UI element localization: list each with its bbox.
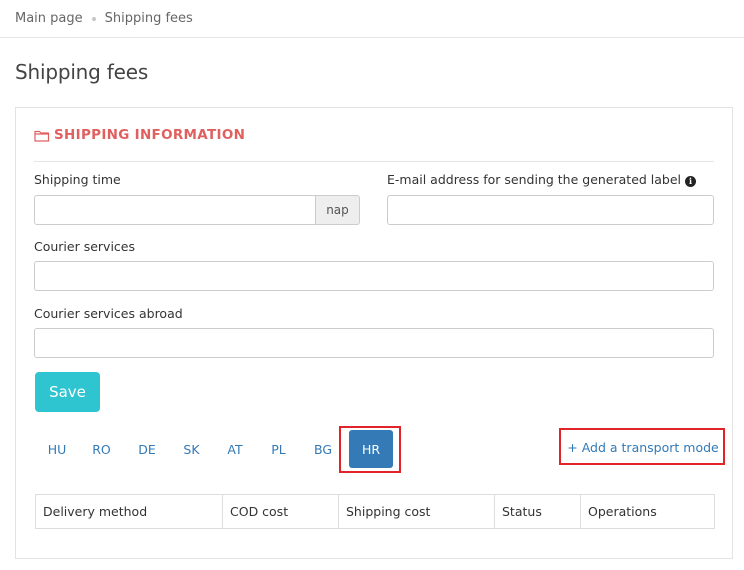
breadcrumb: Main page Shipping fees [0, 0, 744, 38]
tab-de[interactable]: DE [124, 430, 170, 468]
shipping-information-panel: SHIPPING INFORMATION Shipping time nap E… [15, 107, 733, 559]
email-label-text: E-mail address for sending the generated… [387, 172, 682, 187]
breadcrumb-current: Shipping fees [104, 11, 193, 26]
save-button[interactable]: Save [35, 372, 100, 412]
highlight-box-add-transport [559, 428, 725, 465]
column-shipping-cost: Shipping cost [338, 494, 495, 529]
tab-at[interactable]: AT [213, 430, 257, 468]
column-delivery-method: Delivery method [35, 494, 223, 529]
breadcrumb-separator [91, 16, 96, 21]
page-title: Shipping fees [15, 60, 149, 84]
courier-abroad-label: Courier services abroad [34, 306, 183, 321]
highlight-box-hr-tab [339, 426, 401, 473]
tab-ro[interactable]: RO [79, 430, 124, 468]
shipping-time-label: Shipping time [34, 172, 121, 187]
column-operations: Operations [580, 494, 715, 529]
email-label: E-mail address for sending the generated… [387, 172, 697, 187]
courier-services-label: Courier services [34, 239, 136, 254]
column-status: Status [494, 494, 581, 529]
folder-icon [34, 130, 50, 142]
transport-modes-table: Delivery method COD cost Shipping cost S… [35, 494, 715, 529]
tab-sk[interactable]: SK [170, 430, 213, 468]
shipping-time-unit: nap [315, 195, 360, 225]
info-icon[interactable]: i [685, 176, 697, 187]
email-input[interactable] [387, 195, 714, 225]
table-header-row: Delivery method COD cost Shipping cost S… [35, 494, 715, 529]
courier-services-input[interactable] [34, 261, 714, 291]
column-cod-cost: COD cost [222, 494, 339, 529]
panel-header: SHIPPING INFORMATION [34, 127, 714, 162]
shipping-time-input[interactable] [34, 195, 316, 225]
panel-heading: SHIPPING INFORMATION [54, 127, 246, 143]
breadcrumb-main-page[interactable]: Main page [15, 11, 83, 26]
tab-pl[interactable]: PL [257, 430, 300, 468]
tab-hu[interactable]: HU [35, 430, 79, 468]
courier-abroad-input[interactable] [34, 328, 714, 358]
